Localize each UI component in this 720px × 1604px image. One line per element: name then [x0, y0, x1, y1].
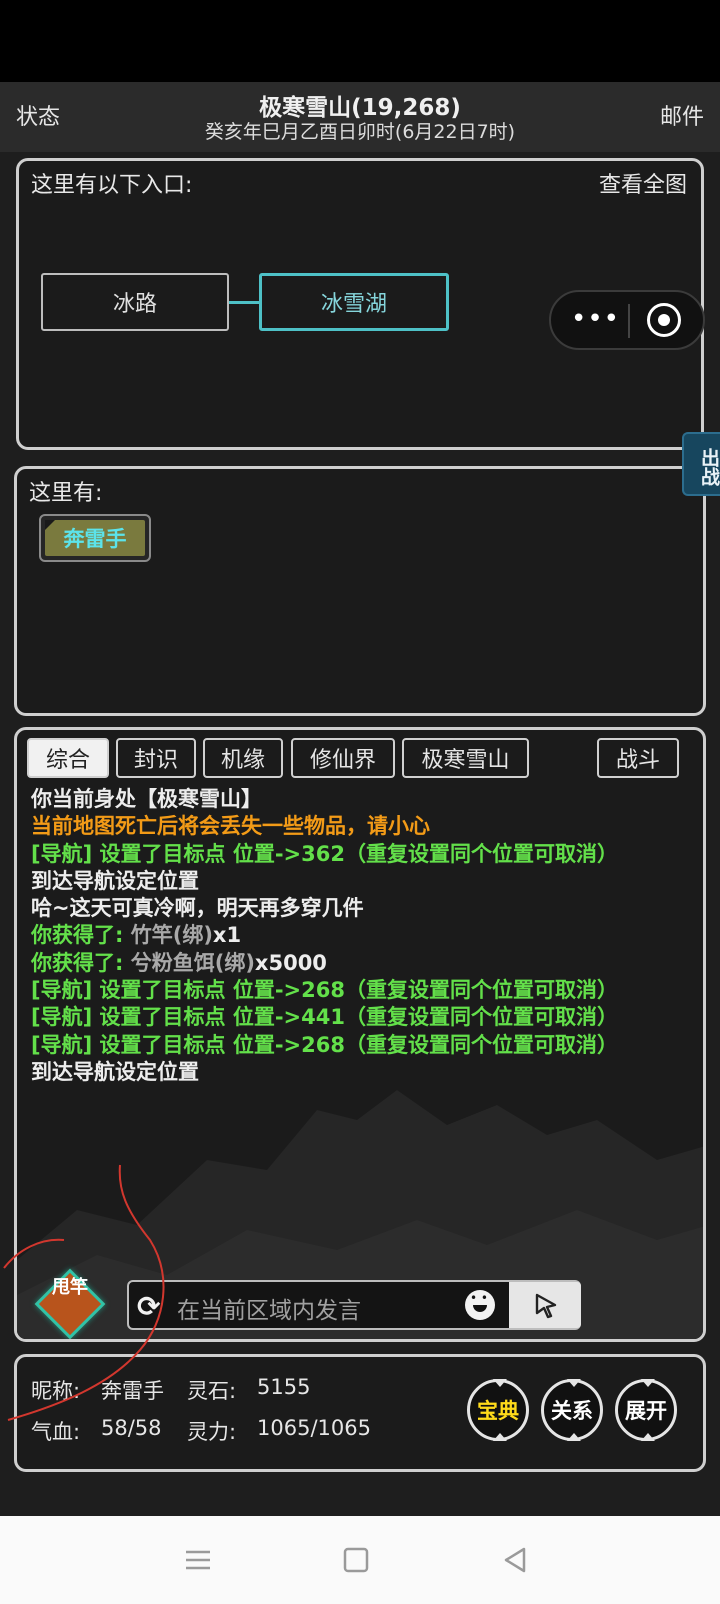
mail-button[interactable]: 邮件	[660, 99, 704, 131]
back-icon[interactable]	[500, 1544, 532, 1576]
chat-line: [导航] 设置了目标点 位置->441（重复设置同个位置可取消）	[31, 1004, 701, 1031]
chat-line-segment: x5000	[254, 950, 327, 975]
tab-cultivation-world[interactable]: 修仙界	[291, 738, 395, 778]
nickname-value: 奔雷手	[101, 1379, 164, 1403]
exits-header: 这里有以下入口:	[31, 173, 193, 198]
game-date: 癸亥年巳月乙酉日卯时(6月22日7时)	[204, 121, 516, 143]
cursor-icon	[535, 1293, 557, 1319]
fishing-rod-label: 甩竿	[52, 1277, 88, 1298]
capsule-divider	[628, 304, 630, 338]
chat-line-segment: 当前地图死亡后将会丢失一些物品，请小心	[31, 814, 430, 839]
chat-line: 你获得了: 竹竿(绑)x1	[31, 922, 701, 949]
hp-value: 58/58	[101, 1416, 162, 1440]
here-panel: 这里有: 奔雷手	[14, 466, 706, 716]
chat-line-segment: [导航] 设置了目标点 位置->268（重复设置同个位置可取消）	[31, 978, 618, 1003]
tab-general[interactable]: 综合	[27, 738, 109, 778]
exit-ice-road[interactable]: 冰路	[41, 273, 229, 331]
more-icon[interactable]: •••	[571, 304, 620, 334]
chat-input[interactable]: 在当前区域内发言	[177, 1291, 361, 1325]
chat-line: 你获得了: 兮粉鱼饵(绑)x5000	[31, 950, 701, 977]
chat-line-segment: [导航] 设置了目标点 位置->362（重复设置同个位置可取消）	[31, 841, 618, 866]
chat-line-segment: [导航] 设置了目标点 位置->441（重复设置同个位置可取消）	[31, 1005, 618, 1030]
chat-line-segment: [导航] 设置了目标点 位置->268（重复设置同个位置可取消）	[31, 1032, 618, 1057]
fight-side-tab[interactable]: 出战	[682, 432, 720, 496]
chat-line-segment: 兮粉鱼饵(绑)	[130, 950, 255, 975]
emoji-icon[interactable]	[465, 1290, 495, 1320]
chat-tabs: 综合 封识 机缘 修仙界 极寒雪山 战斗	[27, 738, 699, 780]
spirit-stone-label: 灵石:	[187, 1379, 237, 1403]
chat-line: 当前地图死亡后将会丢失一些物品，请小心	[31, 813, 701, 840]
exit-connector	[229, 301, 259, 304]
here-header: 这里有:	[29, 481, 103, 506]
nickname-label: 昵称:	[31, 1379, 81, 1403]
chat-line-segment: 到达导航设定位置	[31, 1059, 199, 1084]
chat-line: [导航] 设置了目标点 位置->362（重复设置同个位置可取消）	[31, 841, 701, 868]
chat-log: 你当前身处【极寒雪山】 当前地图死亡后将会丢失一些物品，请小心 [导航] 设置了目标…	[31, 786, 701, 1086]
view-full-map-link[interactable]: 查看全图	[599, 167, 687, 199]
chat-line: [导航] 设置了目标点 位置->268（重复设置同个位置可取消）	[31, 1032, 701, 1059]
chat-line-segment: 到达导航设定位置	[31, 868, 199, 893]
system-nav-bar	[0, 1516, 720, 1604]
chat-line: 到达导航设定位置	[31, 1059, 701, 1086]
menu-icon[interactable]	[182, 1544, 214, 1576]
chat-line-segment: 竹竿(绑)	[130, 923, 213, 948]
relations-button[interactable]: 关系	[541, 1379, 603, 1441]
codex-button[interactable]: 宝典	[467, 1379, 529, 1441]
chat-line: 哈~这天可真冷啊，明天再多穿几件	[31, 895, 701, 922]
top-bar: 状态 极寒雪山(19,268) 癸亥年巳月乙酉日卯时(6月22日7时) 邮件	[0, 82, 720, 152]
chat-line-segment: 哈~这天可真冷啊，明天再多穿几件	[31, 896, 364, 921]
expand-button[interactable]: 展开	[615, 1379, 677, 1441]
chat-line: 到达导航设定位置	[31, 868, 701, 895]
chat-line-segment: 你当前身处【极寒雪山】	[31, 787, 262, 811]
mana-value: 1065/1065	[257, 1416, 371, 1440]
close-target-icon[interactable]	[647, 303, 681, 337]
miniprogram-capsule: •••	[549, 290, 705, 350]
home-icon[interactable]	[340, 1544, 372, 1576]
chat-line-segment: 你获得了:	[31, 950, 131, 975]
chat-bar: ⟳ 在当前区域内发言	[127, 1280, 581, 1330]
status-bar	[0, 0, 720, 82]
tab-seal[interactable]: 封识	[116, 738, 196, 778]
tab-battle[interactable]: 战斗	[597, 738, 679, 778]
chat-line-segment: 你获得了:	[31, 923, 131, 948]
tab-snow-mountain[interactable]: 极寒雪山	[402, 738, 529, 778]
chat-panel: 综合 封识 机缘 修仙界 极寒雪山 战斗 你当前身处【极寒雪山】当前地图死亡后将…	[14, 727, 706, 1342]
spirit-stone-value: 5155	[257, 1375, 311, 1399]
mana-label: 灵力:	[187, 1420, 237, 1444]
chat-line: [导航] 设置了目标点 位置->268（重复设置同个位置可取消）	[31, 977, 701, 1004]
chat-line-segment: x1	[212, 923, 242, 948]
npc-card[interactable]: 奔雷手	[39, 514, 151, 562]
refresh-icon[interactable]: ⟳	[137, 1290, 160, 1323]
tab-fortune[interactable]: 机缘	[203, 738, 283, 778]
send-button[interactable]	[509, 1282, 581, 1328]
npc-name: 奔雷手	[45, 520, 145, 556]
exit-ice-lake[interactable]: 冰雪湖	[259, 273, 449, 331]
player-panel: 昵称: 奔雷手 灵石: 5155 气血: 58/58 灵力: 1065/1065…	[14, 1354, 706, 1472]
hp-label: 气血:	[31, 1420, 81, 1444]
chat-line: 你当前身处【极寒雪山】	[31, 786, 701, 813]
